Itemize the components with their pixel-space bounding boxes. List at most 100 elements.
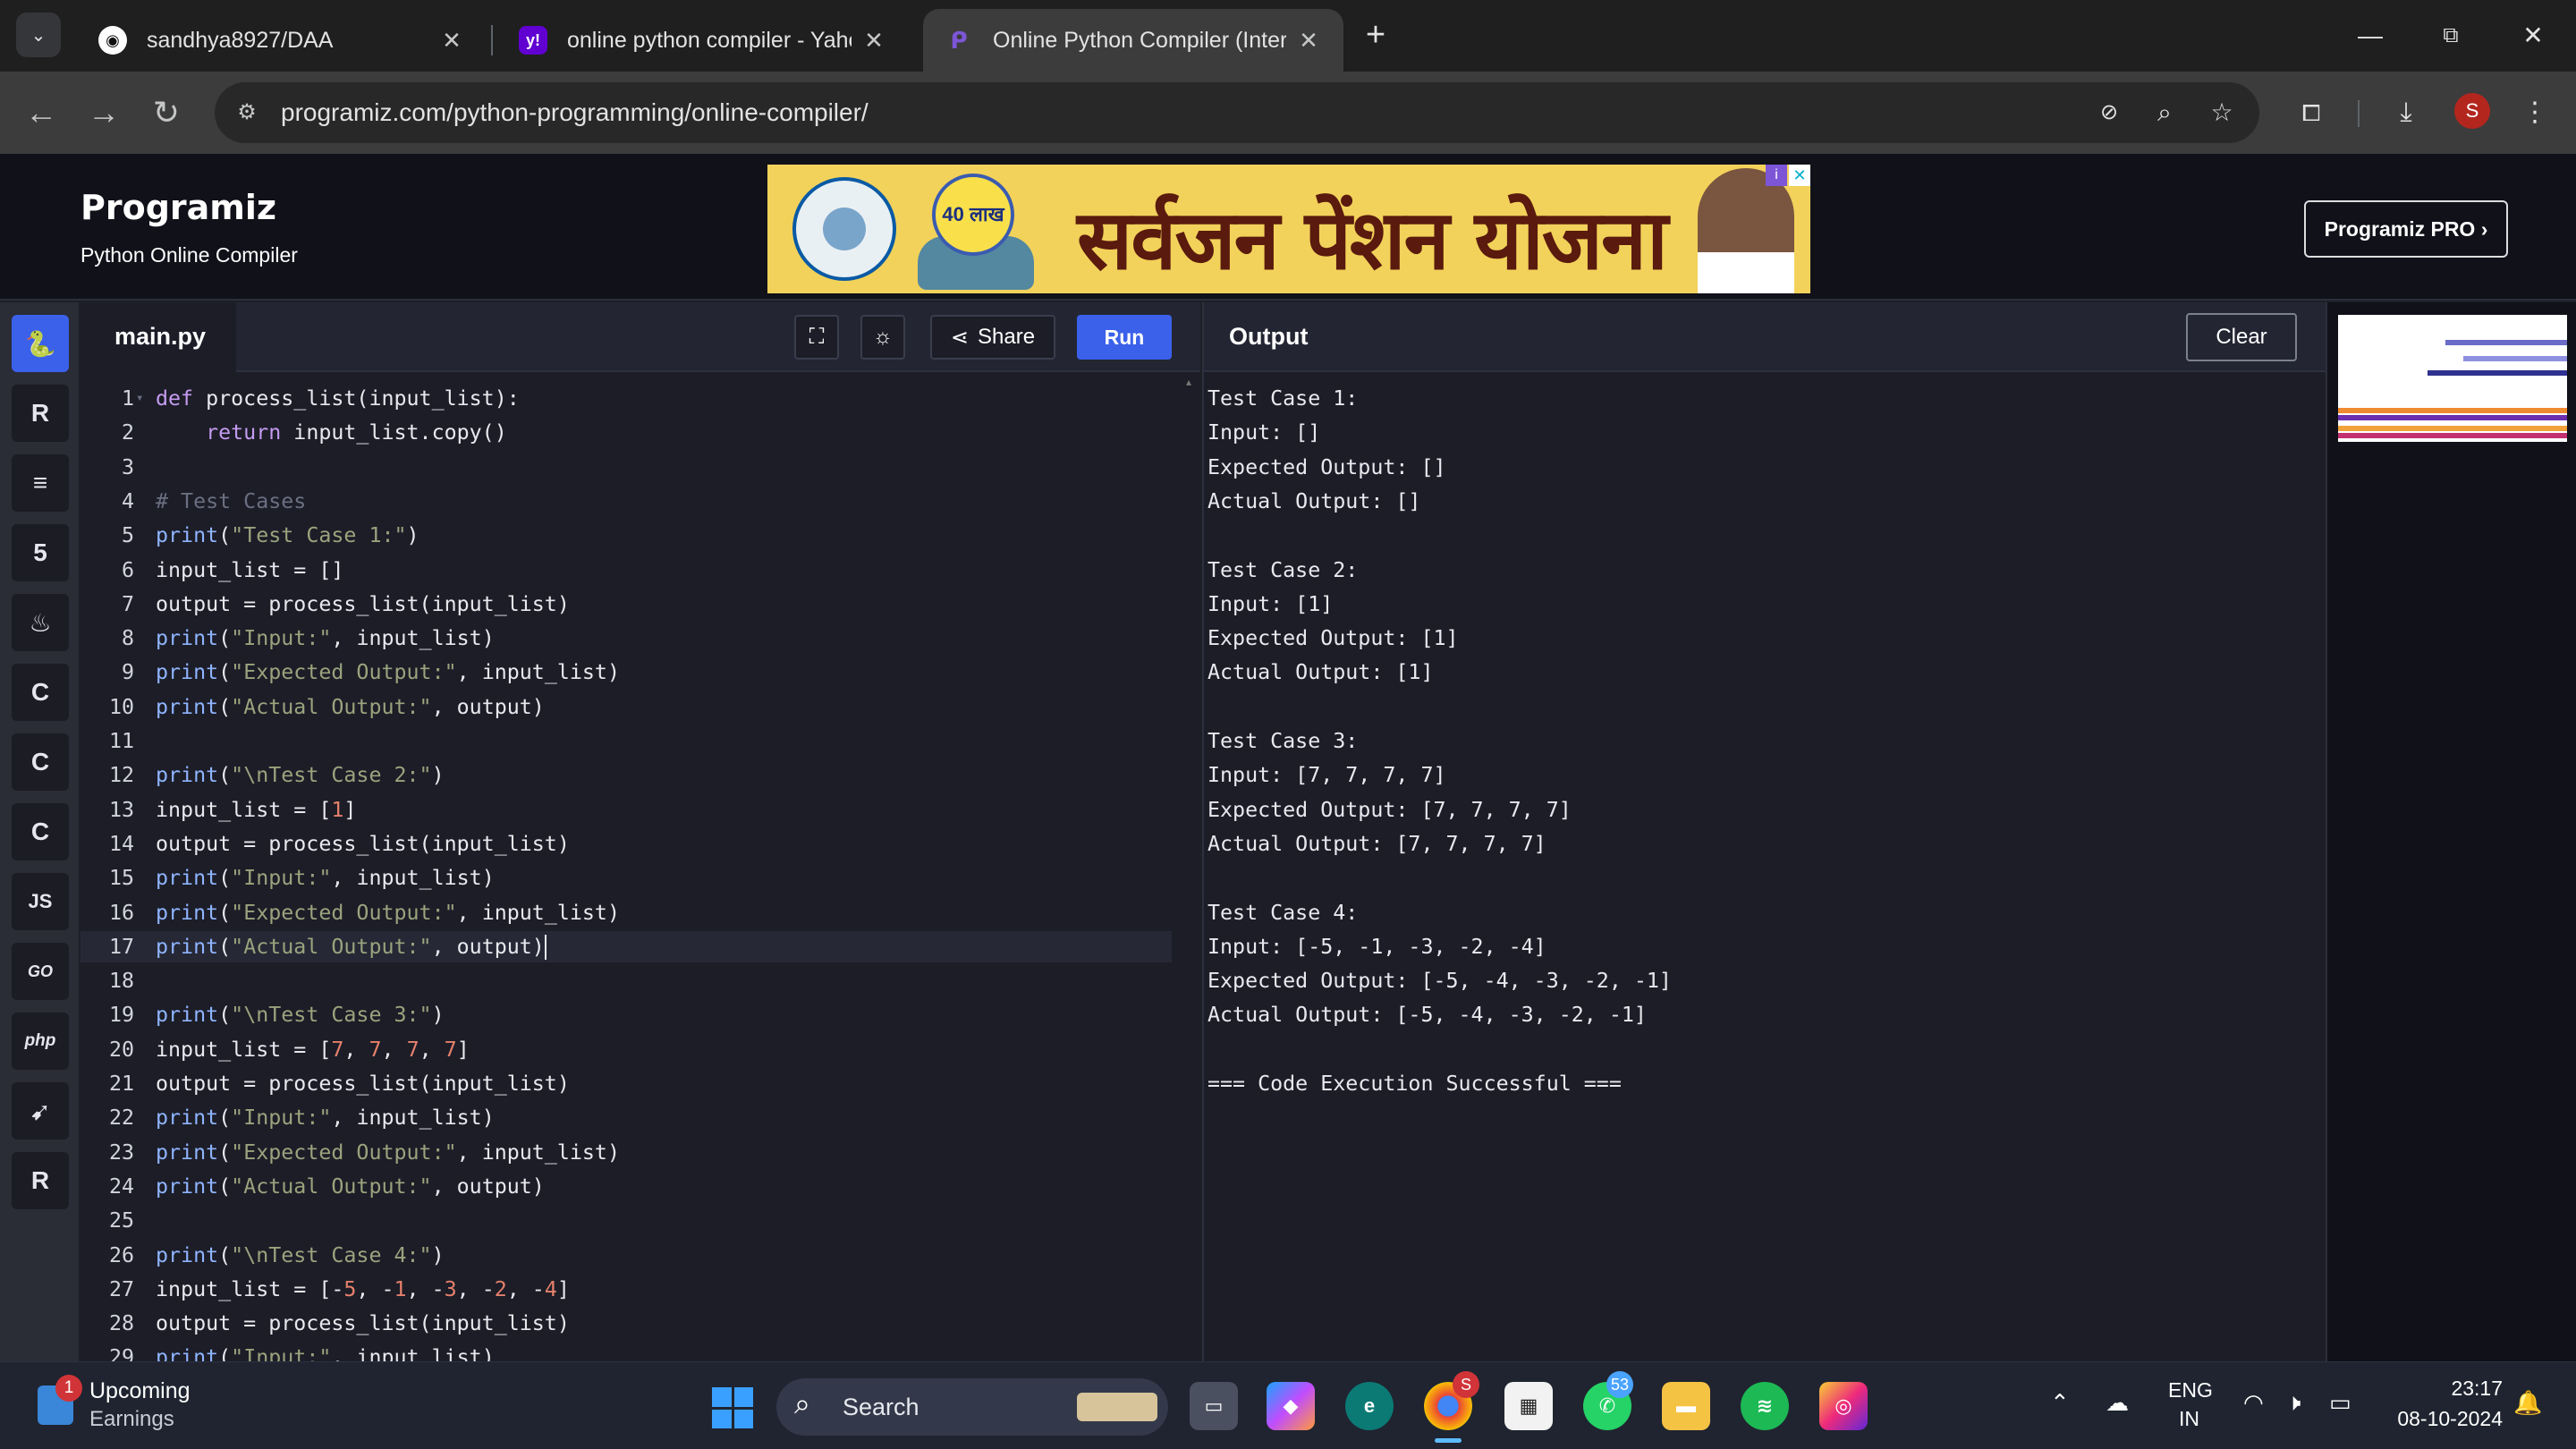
onedrive-icon[interactable]: ☁ bbox=[2106, 1389, 2129, 1417]
copilot-icon[interactable]: ◆ bbox=[1267, 1382, 1315, 1430]
lang-sql-button[interactable]: ≡ bbox=[12, 454, 69, 512]
programiz-pro-button[interactable]: Programiz PRO › bbox=[2304, 200, 2508, 258]
taskbar-search[interactable]: ⌕ Search bbox=[776, 1378, 1168, 1436]
fullscreen-button[interactable]: ⛶ bbox=[794, 315, 839, 360]
code-line[interactable]: 18 bbox=[80, 965, 1172, 996]
clock-date[interactable]: 08-10-2024 bbox=[2386, 1407, 2503, 1431]
lang-php-button[interactable]: php bbox=[12, 1013, 69, 1070]
code-line[interactable]: 10 print("Actual Output:", output) bbox=[80, 691, 1172, 723]
tab-search-button[interactable]: ⌄ bbox=[16, 13, 61, 57]
widget-title[interactable]: Upcoming bbox=[89, 1378, 191, 1404]
code-line[interactable]: 26 print("\nTest Case 4:") bbox=[80, 1240, 1172, 1271]
lang-html-button[interactable]: 5 bbox=[12, 524, 69, 581]
profile-avatar[interactable]: S bbox=[2454, 93, 2490, 129]
url-text[interactable]: programiz.com/python-programming/online-… bbox=[281, 82, 869, 143]
code-line[interactable]: 19 print("\nTest Case 3:") bbox=[80, 999, 1172, 1030]
code-line[interactable]: 15 print("Input:", input_list) bbox=[80, 862, 1172, 894]
forward-button[interactable]: → bbox=[82, 91, 125, 134]
close-tab-icon[interactable]: ✕ bbox=[1295, 27, 1322, 55]
code-line[interactable]: 20 input_list = [7, 7, 7, 7] bbox=[80, 1034, 1172, 1065]
code-line[interactable]: 1 ▾ def process_list(input_list): bbox=[80, 383, 1172, 414]
reload-button[interactable]: ↻ bbox=[145, 91, 188, 134]
microsoft-store-icon[interactable]: ▦ bbox=[1504, 1382, 1553, 1430]
new-tab-button[interactable]: + bbox=[1358, 14, 1394, 55]
download-icon[interactable]: ⤓ bbox=[2386, 93, 2426, 132]
back-button[interactable]: ← bbox=[20, 91, 63, 134]
code-line[interactable]: 4 # Test Cases bbox=[80, 486, 1172, 517]
close-tab-icon[interactable]: ✕ bbox=[438, 27, 465, 55]
code-line[interactable]: 23 print("Expected Output:", input_list) bbox=[80, 1137, 1172, 1168]
zoom-icon[interactable]: ⌕ bbox=[2147, 95, 2182, 131]
code-line[interactable]: 24 print("Actual Output:", output) bbox=[80, 1171, 1172, 1202]
restore-button[interactable]: ⧉ bbox=[2431, 16, 2470, 55]
code-line[interactable]: 5 print("Test Case 1:") bbox=[80, 520, 1172, 551]
code-area[interactable]: 1 ▾ def process_list(input_list): 2 return … bbox=[80, 372, 1200, 1438]
minimize-button[interactable]: — bbox=[2351, 16, 2390, 55]
lang-js-button[interactable]: JS bbox=[12, 873, 69, 930]
advertisement-banner[interactable]: 40 लाख सर्वजन पेंशन योजना i ✕ bbox=[767, 165, 1810, 293]
code-line[interactable]: 8 print("Input:", input_list) bbox=[80, 623, 1172, 654]
close-window-button[interactable]: ✕ bbox=[2513, 16, 2553, 55]
windows-start-icon[interactable] bbox=[712, 1387, 753, 1428]
code-line[interactable]: 25 bbox=[80, 1205, 1172, 1236]
language-indicator[interactable]: ENG bbox=[2168, 1378, 2213, 1402]
lang-swift-button[interactable]: ➹ bbox=[12, 1082, 69, 1140]
code-line[interactable]: 13 input_list = [1] bbox=[80, 794, 1172, 826]
wifi-icon[interactable]: ◠ bbox=[2243, 1389, 2264, 1417]
region-indicator[interactable]: IN bbox=[2179, 1407, 2199, 1431]
bookmark-star-icon[interactable]: ☆ bbox=[2204, 95, 2240, 131]
file-tab-main[interactable]: main.py bbox=[80, 302, 236, 372]
share-button[interactable]: ⋖ Share bbox=[930, 315, 1055, 360]
lang-java-button[interactable]: ♨ bbox=[12, 594, 69, 651]
code-line[interactable]: 28 output = process_list(input_list) bbox=[80, 1308, 1172, 1339]
site-settings-icon[interactable]: ⚙ bbox=[229, 95, 265, 131]
lang-csharp-button[interactable]: C bbox=[12, 803, 69, 860]
tab-github[interactable]: ◉ sandhya8927/DAA ✕ bbox=[77, 9, 487, 72]
clock-time[interactable]: 23:17 bbox=[2417, 1377, 2503, 1401]
code-line[interactable]: 14 output = process_list(input_list) bbox=[80, 828, 1172, 860]
code-line[interactable]: 16 print("Expected Output:", input_list) bbox=[80, 897, 1172, 928]
code-line[interactable]: 2 return input_list.copy() bbox=[80, 417, 1172, 448]
close-tab-icon[interactable]: ✕ bbox=[860, 27, 887, 55]
instagram-icon[interactable]: ◎ bbox=[1819, 1382, 1868, 1430]
notification-bell-icon[interactable]: 🔔 bbox=[2513, 1389, 2542, 1417]
code-line[interactable]: 11 bbox=[80, 725, 1172, 757]
file-explorer-icon[interactable]: ▬ bbox=[1662, 1382, 1710, 1430]
extensions-icon[interactable]: ⧠ bbox=[2292, 93, 2331, 132]
code-line[interactable]: 27 input_list = [-5, -1, -3, -2, -4] bbox=[80, 1274, 1172, 1305]
tab-programiz[interactable]: ᑭ Online Python Compiler (Interp ✕ bbox=[923, 9, 1343, 72]
battery-icon[interactable]: ▭ bbox=[2329, 1389, 2351, 1417]
theme-toggle-button[interactable]: ☼ bbox=[860, 315, 905, 360]
code-line[interactable]: 6 input_list = [] bbox=[80, 555, 1172, 586]
fold-toggle-icon[interactable]: ▾ bbox=[136, 383, 143, 414]
clear-button[interactable]: Clear bbox=[2186, 313, 2297, 361]
code-line[interactable]: 21 output = process_list(input_list) bbox=[80, 1068, 1172, 1099]
code-line[interactable]: 3 bbox=[80, 452, 1172, 483]
edge-icon[interactable]: e bbox=[1345, 1382, 1394, 1430]
code-line[interactable]: 9 print("Expected Output:", input_list) bbox=[80, 657, 1172, 688]
code-line[interactable]: 7 output = process_list(input_list) bbox=[80, 589, 1172, 620]
code-line[interactable]: 12 print("\nTest Case 2:") bbox=[80, 759, 1172, 791]
ad-close-icon[interactable]: ✕ bbox=[1789, 165, 1810, 186]
lang-c-button[interactable]: C bbox=[12, 664, 69, 721]
lang-r-button[interactable]: R bbox=[12, 385, 69, 442]
run-button[interactable]: Run bbox=[1077, 315, 1172, 360]
show-hidden-icons-chevron[interactable]: ⌃ bbox=[2050, 1389, 2070, 1417]
eye-off-icon[interactable]: ⊘ bbox=[2091, 95, 2127, 131]
lang-go-button[interactable]: GO bbox=[12, 943, 69, 1000]
tab-yahoo[interactable]: y! online python compiler - Yahoo ✕ bbox=[497, 9, 909, 72]
address-bar[interactable]: ⚙ programiz.com/python-programming/onlin… bbox=[215, 82, 2259, 143]
lang-cpp-button[interactable]: C bbox=[12, 733, 69, 791]
volume-muted-icon[interactable]: 🕨 bbox=[2286, 1389, 2301, 1418]
code-line[interactable]: 22 print("Input:", input_list) bbox=[80, 1102, 1172, 1133]
code-line[interactable]: 17 print("Actual Output:", output) bbox=[80, 930, 1172, 962]
programiz-logo[interactable]: Programiz bbox=[80, 188, 276, 227]
lang-python-button[interactable]: 🐍 bbox=[12, 315, 69, 372]
side-ad-thumbnail[interactable] bbox=[2338, 315, 2567, 442]
lang-rust-button[interactable]: R bbox=[12, 1152, 69, 1209]
widget-subtitle[interactable]: Earnings bbox=[89, 1407, 174, 1432]
task-view-icon[interactable]: ▭ bbox=[1190, 1382, 1238, 1430]
more-menu-icon[interactable]: ⋮ bbox=[2515, 93, 2555, 132]
spotify-icon[interactable]: ≋ bbox=[1741, 1382, 1789, 1430]
ad-info-icon[interactable]: i bbox=[1766, 165, 1787, 186]
